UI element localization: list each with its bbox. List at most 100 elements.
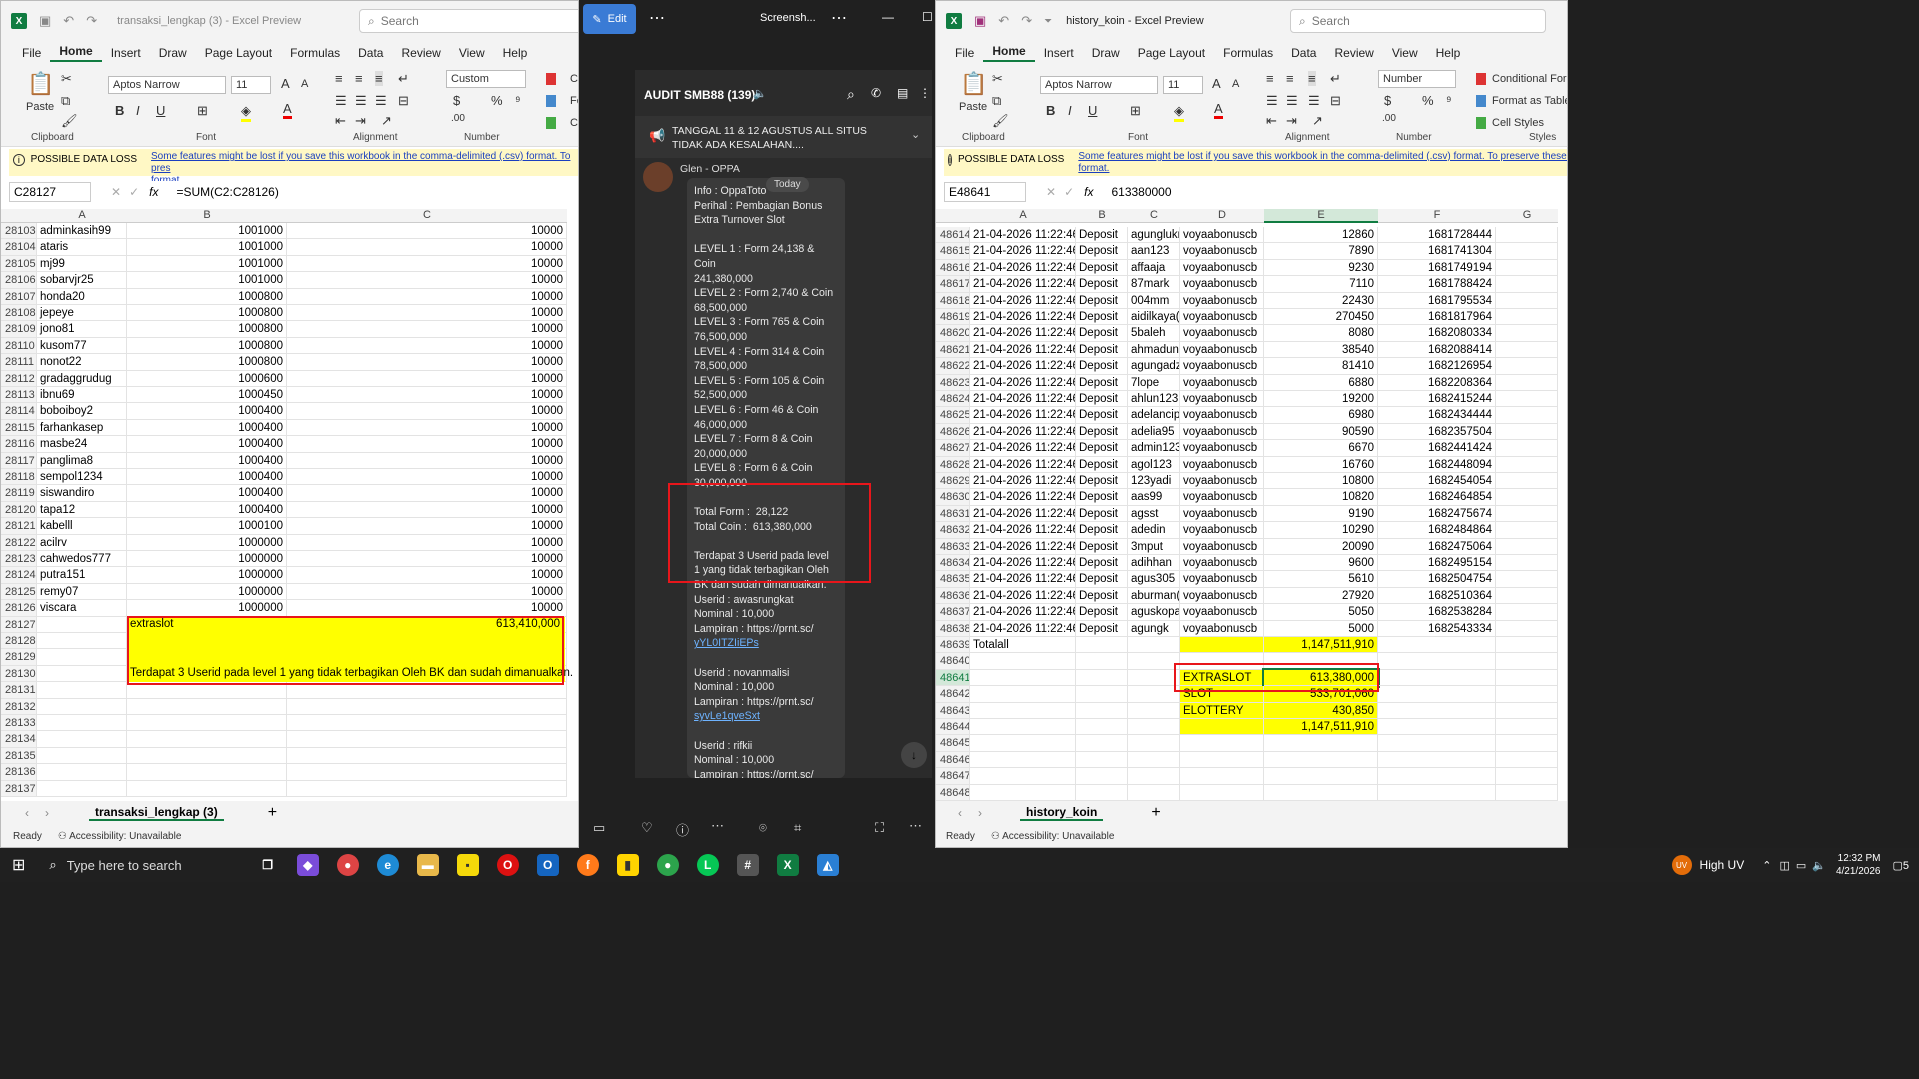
cell-e[interactable]: 81410 [1264, 358, 1378, 375]
cell-c[interactable] [1128, 751, 1180, 769]
cell-b[interactable]: Deposit [1076, 587, 1128, 605]
cell-a[interactable]: sempol1234 [37, 469, 127, 486]
cell-d[interactable]: voyaabonuscb [1180, 276, 1264, 293]
wrap-text-icon[interactable]: ↵ [398, 71, 409, 87]
cell-d[interactable] [1180, 735, 1264, 752]
cell-a[interactable] [37, 764, 127, 781]
cell-b[interactable]: Deposit [1076, 407, 1128, 424]
cell-e[interactable]: 22430 [1264, 292, 1378, 309]
cell-a[interactable]: adminkasih99 [37, 223, 127, 240]
cell-b[interactable]: 1000800 [127, 321, 287, 338]
cell-c[interactable]: 10000 [287, 370, 567, 387]
cell-e[interactable]: 10800 [1264, 473, 1378, 490]
cell-c[interactable] [1128, 686, 1180, 703]
cell-b[interactable]: 1000600 [127, 370, 287, 387]
toolbar-extra-icon[interactable]: ⋯ [909, 818, 922, 834]
cell-e[interactable]: 5000 [1264, 620, 1378, 637]
cell-b[interactable]: Deposit [1076, 227, 1128, 244]
cell-a[interactable] [970, 702, 1076, 719]
align-bottom-icon[interactable]: ≡ [1308, 71, 1316, 86]
cell-e[interactable]: 12860 [1264, 227, 1378, 244]
cell-a[interactable]: masbe24 [37, 436, 127, 453]
tab-insert[interactable]: Insert [102, 46, 150, 60]
prev-sheet-icon[interactable]: ‹ [958, 806, 962, 820]
paste-icon[interactable]: 📋 [27, 71, 54, 97]
cell-g[interactable] [1496, 637, 1558, 654]
task-view-icon[interactable]: ❐ [257, 854, 279, 876]
cell-a[interactable]: 21-04-2026 11:22:46 [970, 341, 1076, 359]
cell-a[interactable] [970, 719, 1076, 736]
cell-d[interactable]: voyaabonuscb [1180, 505, 1264, 523]
cell-b[interactable]: 1000400 [127, 436, 287, 453]
cell-c[interactable]: aguskopa [1128, 604, 1180, 621]
cell-a[interactable]: 21-04-2026 11:22:46 [970, 325, 1076, 342]
cell-b[interactable]: 1000400 [127, 419, 287, 437]
cell-c[interactable]: 10000 [287, 321, 567, 338]
tab-data[interactable]: Data [1282, 46, 1325, 60]
indent-icon[interactable]: ⇤ [1266, 113, 1277, 129]
cell-e[interactable]: 10820 [1264, 489, 1378, 506]
cell-a[interactable] [37, 698, 127, 715]
cell-c[interactable] [1128, 702, 1180, 719]
cell-d[interactable]: voyaabonuscb [1180, 407, 1264, 424]
cell-g[interactable] [1496, 407, 1558, 424]
cell-b[interactable]: 1001000 [127, 255, 287, 273]
cell-b[interactable] [127, 698, 287, 715]
cell-a[interactable]: acilrv [37, 534, 127, 551]
cell-f[interactable]: 1681741304 [1378, 243, 1496, 260]
decimal-icon[interactable]: .00 [1382, 113, 1396, 124]
cell-a[interactable]: ataris [37, 239, 127, 256]
cell-g[interactable] [1496, 292, 1558, 309]
cell-b[interactable] [1076, 653, 1128, 670]
network-icon[interactable]: ◫ [1779, 859, 1789, 872]
cell-d[interactable]: voyaabonuscb [1180, 374, 1264, 391]
cell-a[interactable]: Totalall [970, 637, 1076, 654]
format-painter-icon[interactable]: 🖌 [61, 113, 78, 129]
cell-c[interactable]: agunglukr [1128, 227, 1180, 244]
align-middle-icon[interactable]: ≡ [355, 71, 363, 86]
column-header-g[interactable]: G [1496, 209, 1558, 223]
cell-a[interactable]: jono81 [37, 321, 127, 338]
cell-c[interactable]: 10000 [287, 501, 567, 519]
align-center-icon[interactable]: ☰ [1286, 93, 1298, 109]
cell-b[interactable]: Deposit [1076, 292, 1128, 309]
cell-a[interactable] [970, 686, 1076, 703]
cell-f[interactable]: 1682510364 [1378, 587, 1496, 605]
cell-e[interactable]: 7110 [1264, 276, 1378, 293]
cell-c[interactable] [287, 747, 567, 765]
cell-b[interactable]: Deposit [1076, 555, 1128, 572]
cell-b[interactable]: 1000100 [127, 518, 287, 535]
cell-g[interactable] [1496, 587, 1558, 605]
cell-g[interactable] [1496, 784, 1558, 801]
cell-a[interactable]: sobarvjr25 [37, 272, 127, 289]
cell-g[interactable] [1496, 653, 1558, 670]
cell-d[interactable] [1180, 784, 1264, 801]
line-icon[interactable]: L [696, 854, 719, 876]
grow-font-icon[interactable]: A [1212, 76, 1221, 91]
cell-c[interactable]: adedin [1128, 522, 1180, 539]
cell-b[interactable] [1076, 719, 1128, 736]
fill-color-icon[interactable]: ◈ [241, 103, 251, 122]
cell-g[interactable] [1496, 259, 1558, 277]
cell-a[interactable] [37, 780, 127, 797]
cell-f[interactable]: 1682475064 [1378, 538, 1496, 555]
cell-c[interactable]: agungadz [1128, 358, 1180, 375]
cell-d[interactable]: voyaabonuscb [1180, 489, 1264, 506]
cell-d[interactable] [1180, 768, 1264, 785]
cell-a[interactable]: 21-04-2026 11:22:46 [970, 440, 1076, 457]
notes-icon[interactable]: ▮ [616, 854, 639, 876]
redo-icon[interactable]: ↷ [86, 13, 97, 29]
cell-g[interactable] [1496, 555, 1558, 572]
cell-b[interactable]: Deposit [1076, 259, 1128, 277]
cell-b[interactable] [1076, 751, 1128, 769]
cell-a[interactable]: kabelll [37, 518, 127, 535]
function-icon[interactable]: fx [1084, 185, 1093, 199]
cell-c[interactable] [287, 780, 567, 797]
cell-e[interactable]: 90590 [1264, 423, 1378, 441]
add-sheet-icon[interactable]: + [1151, 804, 1160, 822]
cell-c[interactable]: 10000 [287, 354, 567, 371]
cell-b[interactable]: 1000400 [127, 501, 287, 519]
cell-b[interactable]: Deposit [1076, 391, 1128, 408]
font-size-select[interactable]: 11 [231, 76, 271, 94]
underline-icon[interactable]: U [1088, 103, 1097, 118]
